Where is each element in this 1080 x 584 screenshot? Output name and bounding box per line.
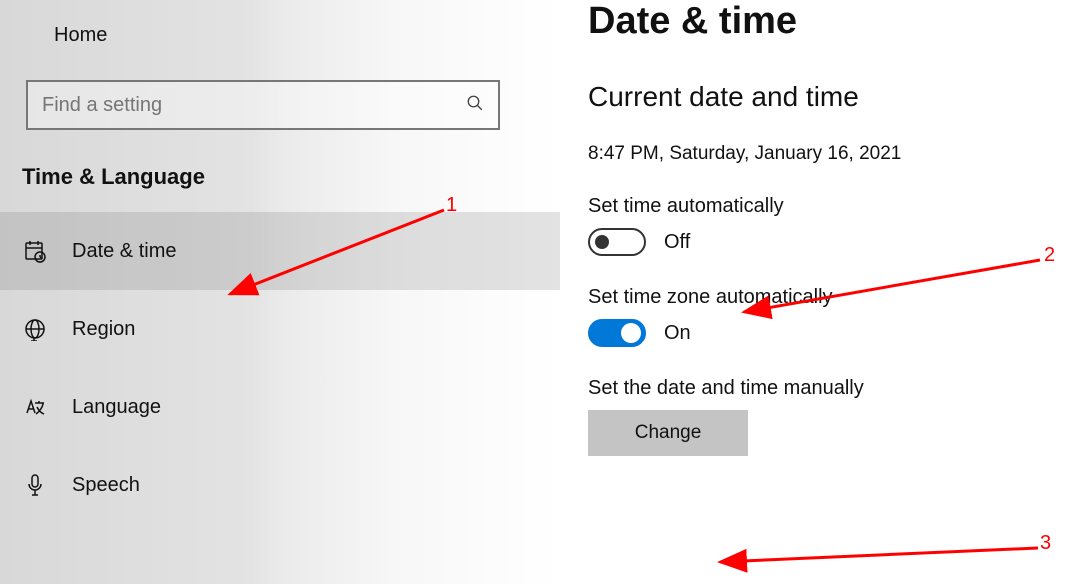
sidebar-item-speech[interactable]: Speech: [0, 446, 560, 524]
section-title: Current date and time: [588, 81, 1080, 113]
annotation-number-2: 2: [1044, 244, 1055, 267]
home-button[interactable]: Home: [0, 8, 560, 62]
set-tz-auto-state: On: [664, 322, 691, 345]
page-title: Date & time: [588, 0, 1080, 43]
settings-sidebar: Home Time & Language Date & time Region …: [0, 0, 560, 584]
sidebar-item-label: Region: [72, 318, 135, 341]
set-tz-auto-label: Set time zone automatically: [588, 286, 1080, 309]
change-button[interactable]: Change: [588, 410, 748, 456]
current-datetime: 8:47 PM, Saturday, January 16, 2021: [588, 143, 1080, 165]
sidebar-item-label: Date & time: [72, 240, 176, 263]
globe-icon: [22, 317, 48, 341]
set-time-auto-label: Set time automatically: [588, 195, 1080, 218]
sidebar-item-region[interactable]: Region: [0, 290, 560, 368]
set-time-auto-toggle[interactable]: [588, 228, 646, 256]
language-icon: [22, 395, 48, 419]
search-icon: [466, 94, 484, 117]
set-time-auto-state: Off: [664, 231, 690, 254]
sidebar-item-date-time[interactable]: Date & time: [0, 212, 560, 290]
sidebar-item-label: Speech: [72, 474, 140, 497]
annotation-number-1: 1: [446, 194, 457, 217]
search-input[interactable]: [42, 94, 466, 117]
annotation-number-3: 3: [1040, 532, 1051, 555]
microphone-icon: [22, 473, 48, 497]
calendar-clock-icon: [22, 239, 48, 263]
home-label: Home: [54, 24, 107, 47]
sidebar-item-label: Language: [72, 396, 161, 419]
category-title: Time & Language: [0, 130, 560, 212]
sidebar-item-language[interactable]: Language: [0, 368, 560, 446]
set-tz-auto-toggle[interactable]: [588, 319, 646, 347]
set-manual-label: Set the date and time manually: [588, 377, 1080, 400]
main-panel: Date & time Current date and time 8:47 P…: [560, 0, 1080, 584]
search-box[interactable]: [26, 80, 500, 130]
